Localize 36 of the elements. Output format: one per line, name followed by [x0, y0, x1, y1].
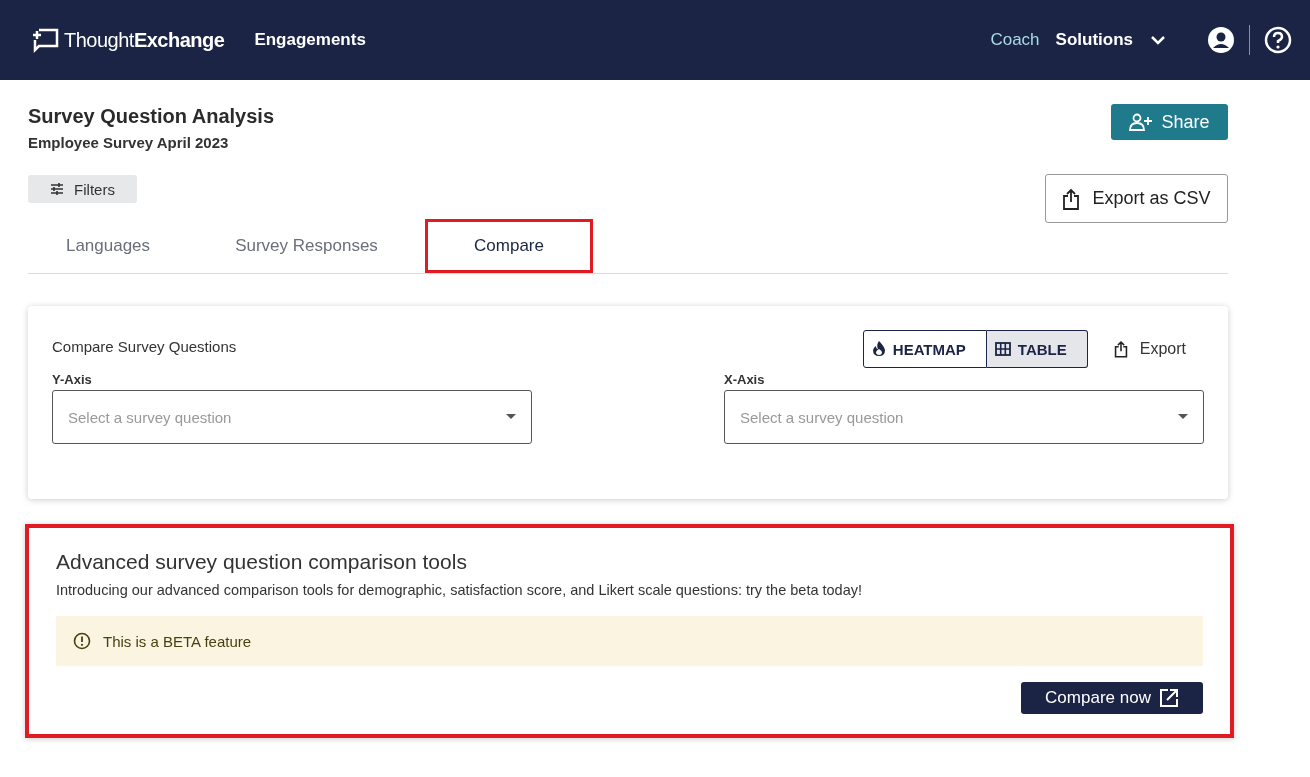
card-title: Compare Survey Questions [52, 337, 238, 355]
grid-icon [994, 342, 1011, 356]
share-upload-icon [1062, 187, 1081, 210]
field-label: X-Axis [724, 372, 766, 387]
promo-title: Advanced survey question comparison tools [56, 550, 468, 574]
share-upload-icon [1113, 340, 1128, 358]
tab[interactable]: Compare [425, 219, 593, 273]
page-subtitle: Employee Survey April 2023 [28, 134, 230, 151]
nav-link[interactable]: Coach [990, 30, 1040, 50]
external-link-icon [1158, 688, 1179, 708]
help-icon[interactable] [1264, 26, 1292, 54]
info-icon [73, 632, 91, 650]
nav-link[interactable]: Engagements [254, 30, 366, 50]
notice-text: This is a BETA feature [103, 632, 252, 650]
export-button[interactable]: Export [1105, 340, 1204, 358]
nav-link[interactable]: Solutions [1055, 30, 1133, 50]
filters-button[interactable]: Filters [28, 175, 137, 203]
view-toggle-button[interactable]: TABLE [986, 330, 1088, 368]
share-button[interactable]: Share [1111, 104, 1228, 140]
dropdown-caret-icon [506, 414, 516, 420]
logo-wordmark[interactable]: ThoughtExchange [64, 28, 225, 52]
page-title: Survey Question Analysis [28, 105, 274, 128]
export-csv-button[interactable]: Export as CSV [1045, 174, 1228, 223]
compare-now-button[interactable]: Compare now [1021, 682, 1203, 714]
promo-description: Introducing our advanced comparison tools for demographic, satisfaction score, and Likert scale questions: try the beta today! [56, 582, 863, 598]
chevron-down-icon[interactable] [1149, 34, 1167, 46]
dropdown-caret-icon [1178, 414, 1188, 420]
logo-icon [30, 26, 60, 54]
view-toggle-button[interactable]: HEATMAP [862, 330, 987, 368]
user-avatar-icon[interactable] [1207, 26, 1235, 54]
flame-icon [871, 341, 886, 357]
tab[interactable]: Languages [28, 219, 188, 273]
add-person-icon [1129, 113, 1154, 131]
field-label: Y-Axis [52, 372, 93, 387]
sliders-icon [50, 183, 65, 195]
tab[interactable]: Survey Responses [188, 219, 425, 273]
